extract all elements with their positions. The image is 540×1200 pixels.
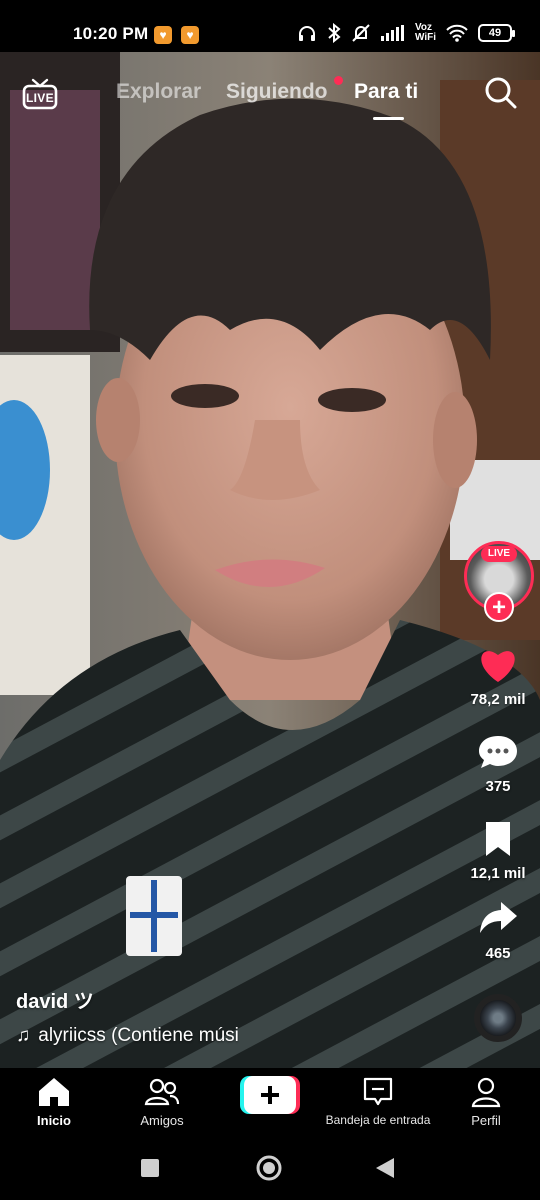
tab-label: Amigos: [140, 1113, 184, 1128]
bookmark-icon: [486, 822, 510, 856]
heart-icon: [481, 651, 515, 682]
home-icon: [39, 1078, 69, 1106]
notification-app-icon: ♥: [154, 26, 172, 44]
like-count: 78,2 mil: [470, 691, 526, 708]
create-icon: [240, 1076, 300, 1114]
notification-app-icon: ♥: [181, 26, 199, 44]
share-action[interactable]: 465: [458, 898, 538, 962]
wifi-icon: [446, 24, 468, 42]
music-info[interactable]: ♫ alyriicss (Contiene músi: [16, 1025, 239, 1047]
tab-perfil[interactable]: Perfil: [464, 1076, 508, 1128]
tab-label: Inicio: [37, 1113, 71, 1128]
status-icons: Voz WiFi 49: [297, 22, 515, 43]
tab-amigos[interactable]: Amigos: [134, 1076, 190, 1128]
signal-icon: [380, 25, 404, 41]
create-button[interactable]: [240, 1076, 300, 1114]
friends-icon: [144, 1078, 180, 1106]
bluetooth-icon: [328, 23, 341, 43]
status-bar: 10:20 PM ♥ ♥ Voz WiFi 49: [0, 0, 540, 52]
music-title: alyriicss (Contiene músi: [38, 1025, 239, 1046]
back-icon[interactable]: [374, 1156, 396, 1180]
system-navigation-bar: [0, 1138, 540, 1200]
bottom-tab-bar: Inicio Amigos Bandeja de entrada Perfil: [0, 1068, 540, 1138]
home-circle-icon[interactable]: [255, 1154, 283, 1182]
voz-wifi-label: Voz WiFi: [414, 22, 436, 43]
status-time: 10:20 PM: [73, 24, 149, 43]
comment-action[interactable]: 375: [458, 733, 538, 795]
battery-indicator: 49: [478, 24, 515, 42]
music-note-icon: ♫: [16, 1025, 31, 1046]
headphones-icon: [298, 26, 315, 41]
live-badge: LIVE: [481, 546, 517, 562]
tab-label: Bandeja de entrada: [325, 1113, 431, 1127]
inbox-icon: [363, 1077, 393, 1106]
creator-username[interactable]: david ツ: [16, 985, 94, 1014]
comment-icon: [479, 736, 517, 768]
top-navigation: [0, 52, 540, 132]
tab-bandeja[interactable]: Bandeja de entrada: [318, 1076, 438, 1127]
follow-button[interactable]: +: [484, 592, 514, 622]
tab-label: Perfil: [471, 1113, 501, 1128]
mute-icon: [352, 24, 370, 42]
share-icon: [480, 902, 517, 933]
recents-icon[interactable]: [140, 1158, 160, 1178]
share-count: 465: [485, 945, 511, 962]
music-disc[interactable]: [474, 994, 522, 1042]
profile-icon: [471, 1077, 501, 1108]
like-action[interactable]: 78,2 mil: [458, 646, 538, 708]
comment-count: 375: [485, 778, 511, 795]
tab-inicio[interactable]: Inicio: [30, 1076, 78, 1128]
save-count: 12,1 mil: [470, 865, 526, 882]
save-action[interactable]: 12,1 mil: [458, 820, 538, 882]
